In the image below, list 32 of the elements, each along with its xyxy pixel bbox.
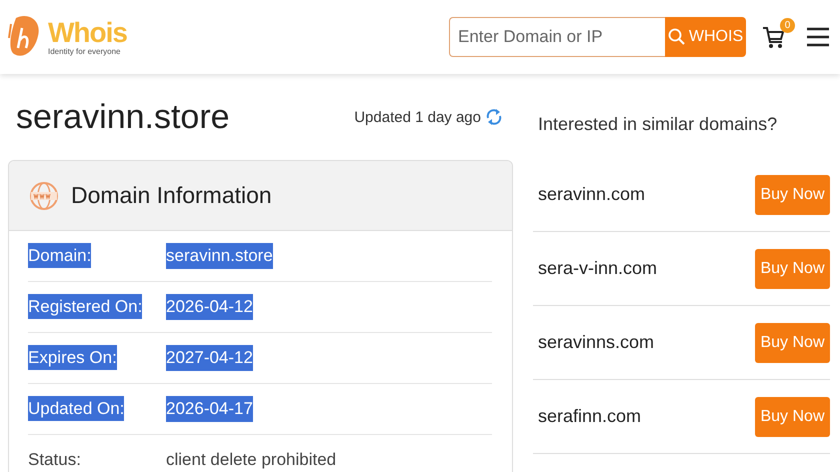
field-value: 2027-04-12	[166, 345, 253, 371]
similar-domains-heading: Interested in similar domains?	[537, 114, 778, 136]
logo-tagline: Identity for everyone	[48, 46, 122, 56]
buy-now-button[interactable]: Buy Now	[755, 322, 830, 362]
refresh-icon[interactable]	[485, 107, 503, 127]
field-label: Status:	[28, 449, 81, 471]
field-value: client delete prohibited	[166, 449, 336, 471]
field-label: Updated On:	[28, 396, 124, 421]
domain-suggestion: sera-v-inn.com	[538, 258, 658, 279]
field-value: 2026-04-12	[166, 294, 253, 320]
www-globe-icon	[29, 180, 59, 210]
domain-suggestion: seravinn.com	[538, 184, 646, 205]
field-value: 2026-04-17	[166, 396, 253, 422]
domain-suggestion: seravinns.com	[538, 332, 654, 353]
domain-title: seravinn.store	[16, 98, 230, 136]
card-title: Domain Information	[71, 182, 272, 209]
field-value: seravinn.store	[166, 243, 273, 269]
field-label: Domain:	[28, 243, 92, 268]
menu-icon[interactable]	[806, 27, 830, 47]
buy-now-button[interactable]: Buy Now	[755, 248, 830, 288]
search-field[interactable]: Enter Domain or IP	[449, 17, 665, 57]
cart-count-badge: 0	[780, 18, 795, 33]
whois-button[interactable]: WHOIS	[665, 17, 746, 57]
domain-suggestion: serafinn.com	[538, 406, 642, 427]
buy-now-button[interactable]: Buy Now	[755, 396, 830, 436]
logo-wordmark: Whois	[48, 18, 127, 46]
updated-text: Updated 1 day ago	[354, 108, 481, 126]
buy-now-button[interactable]: Buy Now	[755, 174, 830, 214]
field-label: Expires On:	[28, 345, 117, 370]
field-label: Registered On:	[28, 294, 142, 319]
search-icon	[668, 28, 686, 46]
cart-icon[interactable]	[762, 24, 786, 50]
